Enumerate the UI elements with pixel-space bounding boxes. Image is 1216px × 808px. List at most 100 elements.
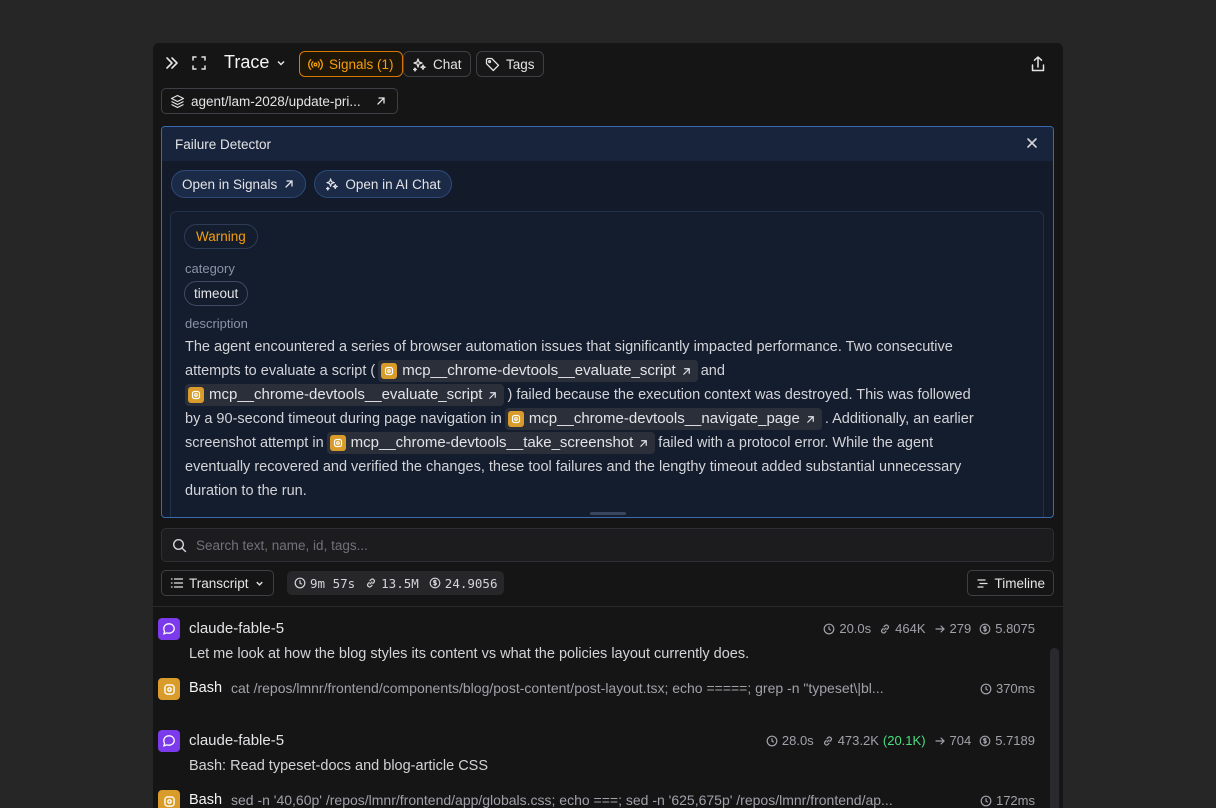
tokens-out-value: 279 (949, 621, 972, 636)
severity-badge: Warning (184, 224, 258, 249)
open-in-ai-chat-label: Open in AI Chat (345, 176, 441, 192)
detector-result-card: Warning category timeout description The… (170, 211, 1044, 517)
tags-label: Tags (506, 56, 535, 72)
signals-label: Signals (1) (329, 56, 394, 72)
collapse-panel-icon[interactable] (164, 55, 180, 71)
cost-value: 5.8075 (995, 621, 1035, 636)
timeline-button[interactable]: Timeline (967, 570, 1054, 596)
chevron-down-icon (277, 60, 285, 66)
dollar-icon (979, 623, 991, 634)
tool-icon (329, 435, 346, 451)
transcript-dropdown[interactable]: Transcript (161, 570, 274, 596)
tags-button[interactable]: Tags (476, 51, 544, 77)
tool-link-evaluate-script[interactable]: mcp__chrome-devtools__evaluate_script (185, 384, 505, 406)
trace-view-dropdown[interactable]: Trace (224, 52, 287, 73)
search-bar[interactable]: Search text, name, id, tags... (161, 528, 1054, 562)
layers-icon (170, 94, 185, 108)
arrow-right-icon (934, 736, 945, 745)
desc-text: duration to the run. (185, 483, 307, 499)
desc-text: ) failed because the execution context w… (507, 387, 971, 403)
sparkles-icon (326, 178, 339, 191)
tool-link-navigate-page[interactable]: mcp__chrome-devtools__navigate_page (504, 408, 822, 430)
divider (153, 606, 1063, 607)
resize-handle[interactable] (590, 512, 626, 515)
clock-icon (980, 795, 992, 806)
list-item[interactable]: claude-fable-5 28.0s 473.2K (20.1K) 704 5… (158, 730, 1038, 780)
fullscreen-icon[interactable] (191, 55, 207, 71)
external-link-icon (806, 415, 814, 423)
table-row[interactable]: Bash cat /repos/lmnr/frontend/components… (158, 678, 1038, 700)
open-in-ai-chat-button[interactable]: Open in AI Chat (314, 170, 452, 198)
category-label: category (185, 261, 235, 276)
tag-icon (485, 57, 500, 71)
message-icon (163, 735, 175, 747)
tokens-value: 13.5M (381, 575, 419, 591)
tokens-in-value: 464K (895, 621, 926, 636)
tool-duration: 370ms (980, 681, 1035, 696)
tokens-stat: 13.5M (365, 576, 419, 591)
desc-text: screenshot attempt in (185, 435, 324, 451)
arrow-right-icon (934, 624, 945, 633)
open-in-signals-button[interactable]: Open in Signals (171, 170, 307, 198)
share-icon[interactable] (1030, 55, 1046, 73)
tool-name: Bash (189, 680, 223, 696)
list-icon (170, 578, 184, 588)
time-value: 20.0s (839, 621, 872, 636)
tool-icon (158, 678, 180, 700)
tokens-in-value: 473.2K (837, 733, 879, 748)
trace-title: Trace (224, 52, 270, 72)
search-input[interactable]: Search text, name, id, tags... (196, 538, 368, 553)
assistant-avatar (158, 730, 180, 752)
duration-value: 9m 57s (310, 575, 356, 591)
external-link-icon (682, 367, 690, 375)
failure-detector-title: Failure Detector (175, 136, 272, 152)
chat-button[interactable]: Chat (403, 51, 471, 77)
external-link-icon (285, 180, 293, 188)
link-icon (881, 624, 890, 633)
cached-tokens-value: (20.1K) (882, 733, 926, 748)
broadcast-icon (308, 58, 323, 70)
trace-path-link[interactable]: agent/lam-2028/update-pri... (161, 88, 398, 114)
timeline-icon (977, 578, 989, 588)
tool-command: cat /repos/lmnr/frontend/components/blog… (231, 680, 884, 696)
duration-stat: 9m 57s (294, 576, 355, 591)
clock-icon (823, 623, 835, 634)
trace-header: Trace Signals (1) Chat Tags (153, 49, 1063, 79)
tool-icon (188, 387, 204, 403)
external-link-icon (376, 97, 385, 105)
timeline-label: Timeline (994, 575, 1045, 591)
desc-text: by a 90-second timeout during page navig… (185, 411, 502, 427)
failure-detector-header: Failure Detector (162, 127, 1053, 161)
tool-link-evaluate-script[interactable]: mcp__chrome-devtools__evaluate_script (378, 360, 698, 382)
duration-value: 370ms (995, 681, 1035, 696)
sparkles-icon (413, 57, 426, 72)
transcript-label: Transcript (189, 575, 249, 591)
message-icon (163, 623, 175, 635)
tool-link-take-screenshot[interactable]: mcp__chrome-devtools__take_screenshot (326, 432, 656, 454)
tool-icon (507, 411, 524, 427)
duration-value: 172ms (995, 793, 1035, 808)
tool-icon (158, 790, 180, 808)
tool-link-label: mcp__chrome-devtools__evaluate_script (209, 386, 483, 403)
chat-label: Chat (433, 56, 462, 72)
desc-text: . Additionally, an earlier (824, 411, 974, 427)
desc-text: eventually recovered and verified the ch… (185, 459, 962, 475)
cost-stat: 24.9056 (429, 575, 498, 591)
tool-link-label: mcp__chrome-devtools__navigate_page (528, 410, 800, 427)
external-link-icon (640, 439, 648, 447)
list-item[interactable]: claude-fable-5 20.0s 464K 279 5.8075 Let… (158, 618, 1038, 668)
model-name: claude-fable-5 (189, 732, 285, 749)
signals-button[interactable]: Signals (1) (299, 51, 403, 77)
external-link-icon (489, 391, 497, 399)
cost-value: 24.9056 (444, 575, 498, 591)
message-text: Let me look at how the blog styles its c… (189, 646, 750, 662)
chevron-down-icon (255, 581, 263, 586)
scrollbar[interactable] (1050, 648, 1059, 808)
message-stats: 20.0s 464K 279 5.8075 (823, 621, 1035, 636)
failure-detector-panel: Failure Detector Open in Signals Open in… (161, 126, 1054, 518)
table-row[interactable]: Bash sed -n '40,60p' /repos/lmnr/fronten… (158, 790, 1038, 808)
category-chip: timeout (184, 281, 249, 306)
close-icon[interactable] (1025, 136, 1039, 153)
tool-name: Bash (189, 792, 223, 808)
search-icon (172, 538, 187, 552)
